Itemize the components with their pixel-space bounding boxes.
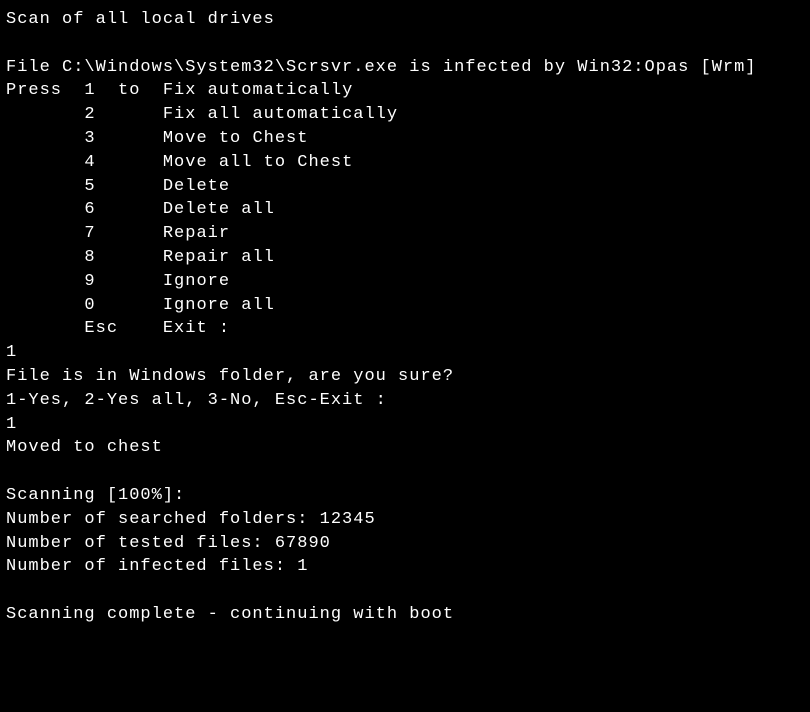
menu-key: 5 bbox=[84, 177, 95, 196]
menu-item-7[interactable]: 7 Repair bbox=[6, 222, 804, 246]
menu-label: Ignore bbox=[163, 272, 230, 291]
menu-key: Esc bbox=[84, 319, 118, 338]
menu-key: 9 bbox=[84, 272, 95, 291]
stat-label: Number of searched folders: bbox=[6, 510, 308, 529]
menu-key: 0 bbox=[84, 296, 95, 315]
menu-item-8[interactable]: 8 Repair all bbox=[6, 246, 804, 270]
confirm-options[interactable]: 1-Yes, 2-Yes all, 3-No, Esc-Exit : bbox=[6, 389, 804, 413]
menu-label: Ignore all bbox=[163, 296, 275, 315]
stat-value: 1 bbox=[297, 557, 308, 576]
scanning-progress: Scanning [100%]: bbox=[6, 484, 804, 508]
stat-value: 67890 bbox=[275, 534, 331, 553]
infection-message: File C:\Windows\System32\Scrsvr.exe is i… bbox=[6, 56, 804, 80]
complete-message: Scanning complete - continuing with boot bbox=[6, 603, 804, 627]
press-label: Press bbox=[6, 81, 62, 100]
menu-label: Repair all bbox=[163, 248, 275, 267]
stat-label: Number of tested files: bbox=[6, 534, 264, 553]
user-input-2: 1 bbox=[6, 413, 804, 437]
menu-label: Delete all bbox=[163, 200, 275, 219]
menu-key: 2 bbox=[84, 105, 95, 124]
menu-key: 1 bbox=[84, 81, 95, 100]
menu-item-0[interactable]: 0 Ignore all bbox=[6, 294, 804, 318]
menu-label: Fix all automatically bbox=[163, 105, 398, 124]
menu-key: 7 bbox=[84, 224, 95, 243]
stat-folders: Number of searched folders: 12345 bbox=[6, 508, 804, 532]
menu-item-9[interactable]: 9 Ignore bbox=[6, 270, 804, 294]
menu-item-2[interactable]: 2 Fix all automatically bbox=[6, 103, 804, 127]
menu-item-1[interactable]: Press 1 to Fix automatically bbox=[6, 79, 804, 103]
blank-line bbox=[6, 579, 804, 603]
menu-label: Delete bbox=[163, 177, 230, 196]
menu-item-5[interactable]: 5 Delete bbox=[6, 175, 804, 199]
menu-item-4[interactable]: 4 Move all to Chest bbox=[6, 151, 804, 175]
stat-infected: Number of infected files: 1 bbox=[6, 555, 804, 579]
to-label: to bbox=[118, 81, 140, 100]
scan-title: Scan of all local drives bbox=[6, 8, 804, 32]
menu-label: Repair bbox=[163, 224, 230, 243]
menu-key: 6 bbox=[84, 200, 95, 219]
menu-label: Fix automatically bbox=[163, 81, 353, 100]
menu-label: Move to Chest bbox=[163, 129, 309, 148]
user-input-1: 1 bbox=[6, 341, 804, 365]
menu-key: 3 bbox=[84, 129, 95, 148]
action-result: Moved to chest bbox=[6, 436, 804, 460]
blank-line bbox=[6, 32, 804, 56]
menu-label: Exit : bbox=[163, 319, 230, 338]
menu-key: 8 bbox=[84, 248, 95, 267]
menu-item-6[interactable]: 6 Delete all bbox=[6, 198, 804, 222]
blank-line bbox=[6, 460, 804, 484]
confirm-prompt: File is in Windows folder, are you sure? bbox=[6, 365, 804, 389]
stat-label: Number of infected files: bbox=[6, 557, 286, 576]
stat-files: Number of tested files: 67890 bbox=[6, 532, 804, 556]
menu-item-esc[interactable]: Esc Exit : bbox=[6, 317, 804, 341]
menu-label: Move all to Chest bbox=[163, 153, 353, 172]
menu-key: 4 bbox=[84, 153, 95, 172]
stat-value: 12345 bbox=[320, 510, 376, 529]
menu-item-3[interactable]: 3 Move to Chest bbox=[6, 127, 804, 151]
